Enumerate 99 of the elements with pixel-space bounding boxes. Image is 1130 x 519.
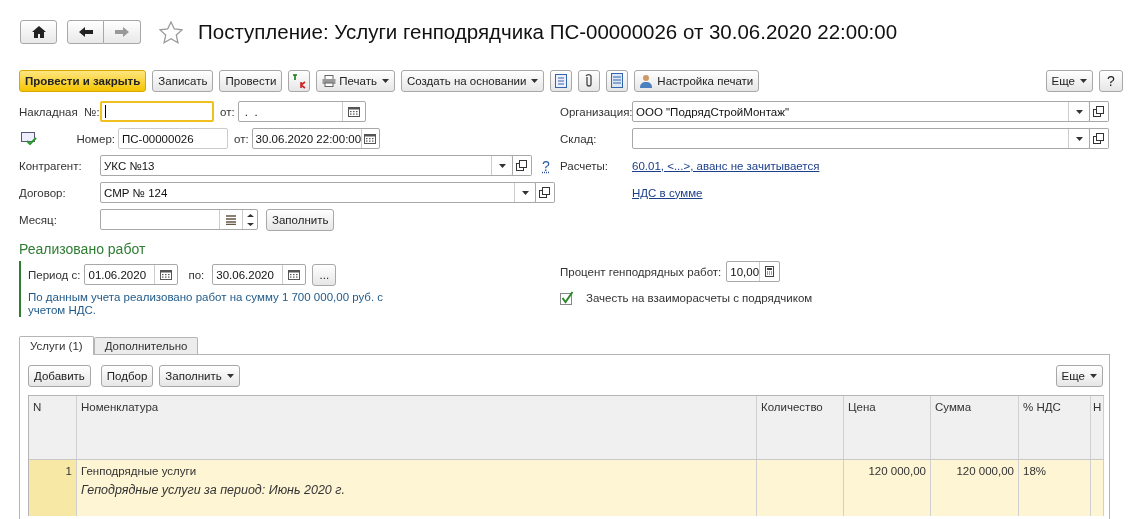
printer-icon xyxy=(322,74,337,87)
home-button[interactable] xyxy=(20,20,57,44)
field-label: Номер: xyxy=(75,132,116,145)
field-label: по: xyxy=(188,268,205,281)
date-field[interactable]: 30.06.2020 22:00:00 xyxy=(251,128,380,149)
checkbox-label[interactable]: Зачесть на взаиморасчеты с подрядчиком xyxy=(586,291,813,304)
field-label: Накладная №: xyxy=(19,105,100,118)
field-label: Процент генподрядных работ: xyxy=(560,265,722,278)
debit-credit-icon xyxy=(291,72,308,89)
info-text: По данным учета реализовано работ на сумму 1 700 000,00 руб. с учетом НДС. xyxy=(28,291,385,317)
warehouse-field[interactable] xyxy=(632,128,1090,149)
open-icon xyxy=(1093,133,1104,144)
date-field[interactable]: 01.06.2020 xyxy=(84,264,179,285)
post-button[interactable]: Провести xyxy=(219,69,283,92)
table-cell-text: Геподрядные услуги за период: Июнь 2020 г. xyxy=(81,483,346,497)
field-label: Месяц: xyxy=(19,213,58,226)
more-button[interactable]: Еще xyxy=(1055,365,1103,387)
list-icon xyxy=(611,73,624,88)
open-icon xyxy=(539,187,550,198)
document-check-icon xyxy=(21,132,37,145)
post-and-close-button[interactable]: Провести и закрыть xyxy=(19,69,147,92)
field-label: от: xyxy=(220,105,235,118)
field-label: Расчеты: xyxy=(560,159,610,172)
star-icon[interactable] xyxy=(159,20,183,44)
person-icon xyxy=(640,73,655,88)
field-label: Договор: xyxy=(19,186,67,199)
tab[interactable]: Дополнительно xyxy=(93,337,199,354)
organization-field[interactable]: ООО "ПодрядСтройМонтаж" xyxy=(632,101,1090,122)
number-field[interactable]: ПС-00000026 xyxy=(118,128,228,149)
percent-field[interactable]: 10,00 xyxy=(726,261,781,282)
table-row[interactable]: 1 Генподрядные услуги Геподрядные услуги за период: Июнь 2020 г. 120 000,00 120 000,00 18% xyxy=(29,460,1104,516)
column-header[interactable]: Сумма xyxy=(931,396,1019,459)
back-arrow-icon xyxy=(78,27,93,37)
vat-link[interactable]: НДС в сумме xyxy=(632,186,703,199)
spin-arrows-icon xyxy=(246,211,254,228)
print-settings-button[interactable]: Настройка печати xyxy=(634,69,760,92)
open-button[interactable] xyxy=(535,182,555,203)
tab[interactable]: Услуги (1) xyxy=(19,336,94,355)
dropdown-icon[interactable] xyxy=(498,163,506,168)
table-cell-text: Генподрядные услуги xyxy=(81,465,198,477)
calculator-icon[interactable] xyxy=(765,266,775,277)
column-header[interactable]: Номенклатура xyxy=(77,396,757,459)
open-button[interactable] xyxy=(512,155,532,176)
paperclip-icon xyxy=(585,73,594,88)
column-header[interactable]: N xyxy=(29,396,77,459)
field-label: Организация: xyxy=(560,105,632,118)
open-button[interactable] xyxy=(1089,101,1109,122)
dropdown-icon[interactable] xyxy=(1075,136,1083,141)
caret-icon xyxy=(382,78,390,83)
dropdown-icon[interactable] xyxy=(521,190,529,195)
caret-icon xyxy=(1080,78,1087,83)
caret-icon xyxy=(1090,374,1097,378)
dropdown-icon[interactable] xyxy=(1075,109,1083,114)
invoice-number-field[interactable] xyxy=(100,101,214,122)
document-button[interactable] xyxy=(550,69,573,92)
print-button[interactable]: Печать xyxy=(316,69,396,92)
caret-icon xyxy=(226,374,234,378)
forward-arrow-icon xyxy=(115,27,129,37)
column-header[interactable]: Цена xyxy=(844,396,931,459)
table-cell: 120 000,00 xyxy=(868,465,926,477)
open-icon xyxy=(1093,106,1104,117)
field-label: Склад: xyxy=(560,132,598,145)
table-cell: 1 xyxy=(65,465,72,477)
fill-button[interactable]: Заполнить xyxy=(159,365,240,387)
pick-button[interactable]: Подбор xyxy=(100,365,154,387)
counterparty-field[interactable]: УКС №13 xyxy=(100,155,513,176)
fill-button[interactable]: Заполнить xyxy=(266,208,335,231)
field-label: от: xyxy=(234,132,249,145)
column-header[interactable]: Количество xyxy=(757,396,844,459)
back-button[interactable] xyxy=(67,20,104,44)
add-button[interactable]: Добавить xyxy=(28,365,91,387)
field-label: Контрагент: xyxy=(19,159,83,172)
open-icon xyxy=(516,160,527,171)
period-button[interactable]: ... xyxy=(312,263,337,286)
document-icon xyxy=(555,73,568,88)
section-title: Реализовано работ xyxy=(19,241,147,259)
checkbox[interactable] xyxy=(560,290,574,305)
save-button[interactable]: Записать xyxy=(152,69,214,92)
column-header[interactable]: % НДС xyxy=(1019,396,1091,459)
create-based-on-button[interactable]: Создать на основании xyxy=(401,69,545,92)
date-field[interactable]: 30.06.2020 xyxy=(212,264,307,285)
open-button[interactable] xyxy=(1089,128,1109,149)
column-header[interactable]: Н xyxy=(1091,396,1104,459)
settlements-link[interactable]: 60.01, <...>, аванс не зачитывается xyxy=(632,159,820,172)
home-icon xyxy=(31,26,46,38)
date-field[interactable]: . . xyxy=(237,101,366,122)
table-cell: 120 000,00 xyxy=(956,465,1014,477)
dt-kt-button[interactable] xyxy=(288,69,311,92)
help-link[interactable]: ? xyxy=(542,157,550,174)
month-field[interactable] xyxy=(100,209,258,230)
list-button[interactable] xyxy=(606,69,629,92)
attachment-button[interactable] xyxy=(578,69,601,92)
field-label: Период с: xyxy=(28,268,81,281)
table-cell: 18% xyxy=(1023,465,1047,477)
contract-field[interactable]: СМР № 124 xyxy=(100,182,536,203)
more-button[interactable]: Еще xyxy=(1045,69,1093,92)
help-button[interactable]: ? xyxy=(1099,69,1123,92)
caret-icon xyxy=(531,78,539,83)
window-title: Поступление: Услуги генподрядчика ПС-00000026 от 30.06.2020 22:00:00 xyxy=(198,20,898,44)
